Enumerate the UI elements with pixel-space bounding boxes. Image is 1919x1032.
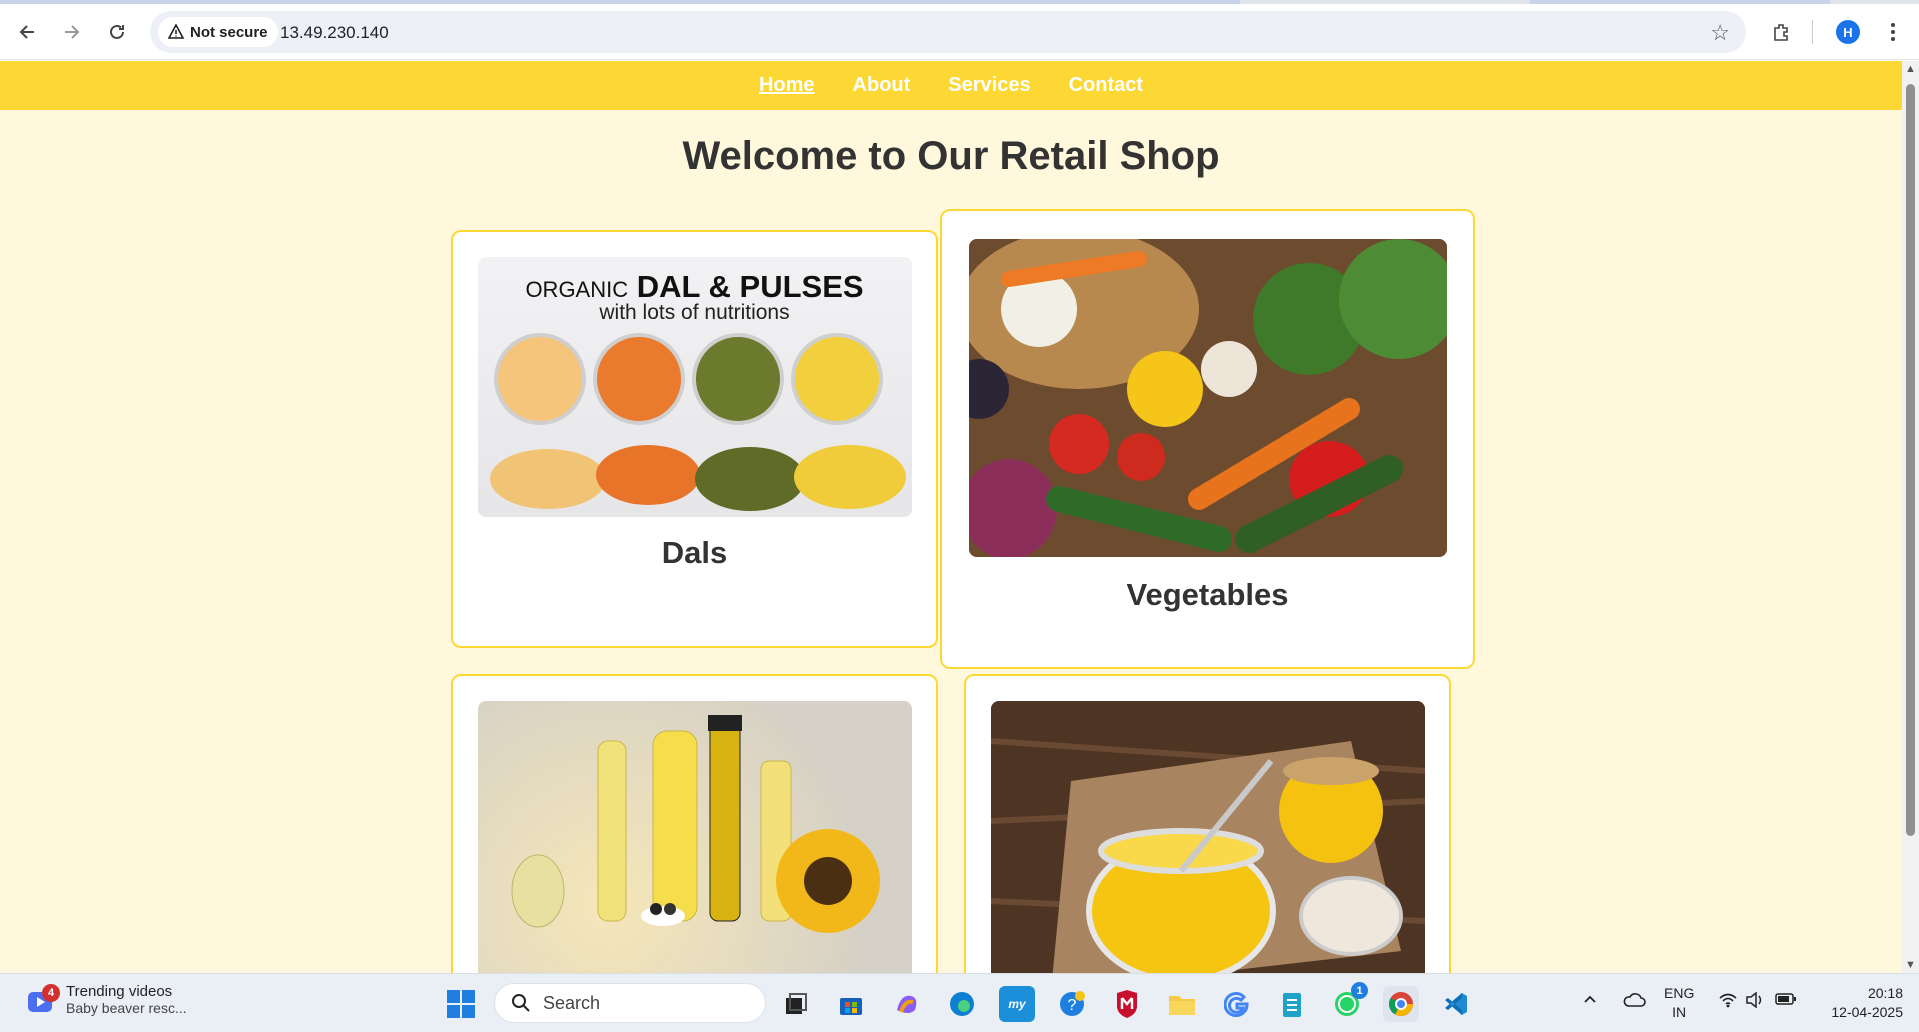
- extensions-icon[interactable]: [1765, 16, 1797, 48]
- page-scrollbar[interactable]: ▲ ▼: [1902, 61, 1919, 973]
- news-title: Trending videos: [66, 983, 173, 1000]
- task-view-icon[interactable]: [778, 986, 814, 1022]
- nav-link-about[interactable]: About: [853, 74, 911, 97]
- oil-bottles-illustration: [511, 715, 880, 933]
- ghee-jars-illustration: [990, 701, 1425, 973]
- news-widget[interactable]: 4 Trending videos Baby beaver resc...: [26, 983, 187, 1018]
- language-indicator[interactable]: ENG IN: [1664, 984, 1694, 1022]
- nav-link-services[interactable]: Services: [948, 74, 1030, 97]
- language-line2: IN: [1672, 1004, 1687, 1020]
- product-title-dals: Dals: [661, 535, 728, 570]
- menu-kebab-icon[interactable]: [1877, 16, 1909, 48]
- svg-text:?: ?: [1068, 997, 1077, 1014]
- language-line1: ENG: [1664, 985, 1695, 1001]
- onedrive-cloud-icon[interactable]: [1622, 992, 1646, 1013]
- scroll-up-arrow-icon[interactable]: ▲: [1905, 63, 1916, 75]
- product-card-vegetables[interactable]: Vegetables: [940, 209, 1475, 669]
- site-info-chip[interactable]: Not secure: [158, 17, 278, 47]
- product-card-oils[interactable]: [451, 674, 938, 973]
- mcafee-icon[interactable]: [1109, 986, 1145, 1022]
- scrollbar-thumb[interactable]: [1906, 84, 1915, 836]
- nav-link-contact[interactable]: Contact: [1069, 74, 1143, 97]
- news-widget-icon: 4: [26, 984, 60, 1018]
- clock-time: 20:18: [1867, 985, 1903, 1001]
- back-icon[interactable]: [11, 16, 43, 48]
- microsoft-store-icon[interactable]: [833, 986, 869, 1022]
- browser-toolbar: Not secure 13.49.230.140 ☆ H: [0, 4, 1919, 60]
- whatsapp-icon[interactable]: 1: [1329, 982, 1368, 1022]
- battery-icon[interactable]: [1775, 992, 1797, 1011]
- clock-date: 12-04-2025: [1831, 1004, 1903, 1020]
- vscode-icon[interactable]: [1438, 986, 1474, 1022]
- product-card-dals[interactable]: ORGANIC DAL & PULSES with lots of nutrit…: [451, 230, 938, 648]
- profile-avatar[interactable]: H: [1836, 20, 1860, 44]
- forward-icon[interactable]: [56, 16, 88, 48]
- chrome-icon[interactable]: [1383, 986, 1419, 1022]
- url-text[interactable]: 13.49.230.140: [280, 23, 389, 43]
- windows-taskbar: 4 Trending videos Baby beaver resc... Se…: [0, 973, 1919, 1032]
- whatsapp-badge: 1: [1351, 982, 1368, 999]
- page-viewport: Home About Services Contact Welcome to O…: [0, 61, 1902, 973]
- bookmark-star-icon[interactable]: ☆: [1710, 20, 1730, 46]
- site-nav-bar: Home About Services Contact: [0, 61, 1902, 110]
- news-subtitle: Baby beaver resc...: [66, 1000, 187, 1016]
- toolbar-divider: [1812, 20, 1813, 44]
- address-bar[interactable]: Not secure 13.49.230.140 ☆: [150, 11, 1746, 53]
- security-label: Not secure: [190, 23, 268, 41]
- oils-image: [477, 701, 912, 973]
- nav-link-home[interactable]: Home: [759, 74, 815, 97]
- scroll-down-arrow-icon[interactable]: ▼: [1905, 959, 1916, 971]
- file-explorer-icon[interactable]: [1164, 986, 1200, 1022]
- search-icon: [512, 994, 530, 1012]
- wifi-icon[interactable]: [1718, 992, 1738, 1013]
- warning-icon: [168, 24, 184, 39]
- dal-bowls-illustration: [489, 333, 906, 511]
- taskbar-search[interactable]: Search: [494, 983, 766, 1023]
- notepad-icon[interactable]: [1274, 986, 1310, 1022]
- news-badge: 4: [42, 984, 60, 1002]
- vegetables-illustration: [968, 239, 1447, 557]
- reload-icon[interactable]: [101, 16, 133, 48]
- clock[interactable]: 20:18 12-04-2025: [1815, 984, 1903, 1022]
- windows-start-icon[interactable]: [443, 986, 479, 1022]
- edge-browser-icon[interactable]: [944, 986, 980, 1022]
- google-icon[interactable]: [1219, 986, 1255, 1022]
- volume-icon[interactable]: [1745, 991, 1765, 1013]
- copilot-icon[interactable]: [889, 986, 925, 1022]
- ghee-image: [990, 701, 1425, 973]
- hp-app-icon[interactable]: my: [999, 986, 1035, 1022]
- taskbar-search-placeholder: Search: [543, 992, 601, 1013]
- product-title-vegetables: Vegetables: [1126, 577, 1289, 612]
- page-title: Welcome to Our Retail Shop: [682, 134, 1220, 178]
- help-app-icon[interactable]: ?: [1054, 986, 1090, 1022]
- product-card-ghee[interactable]: [964, 674, 1451, 973]
- dals-image: ORGANIC DAL & PULSES with lots of nutrit…: [477, 257, 912, 517]
- vegetables-image: [968, 239, 1447, 557]
- show-hidden-icons-chevron-icon[interactable]: [1582, 991, 1598, 1012]
